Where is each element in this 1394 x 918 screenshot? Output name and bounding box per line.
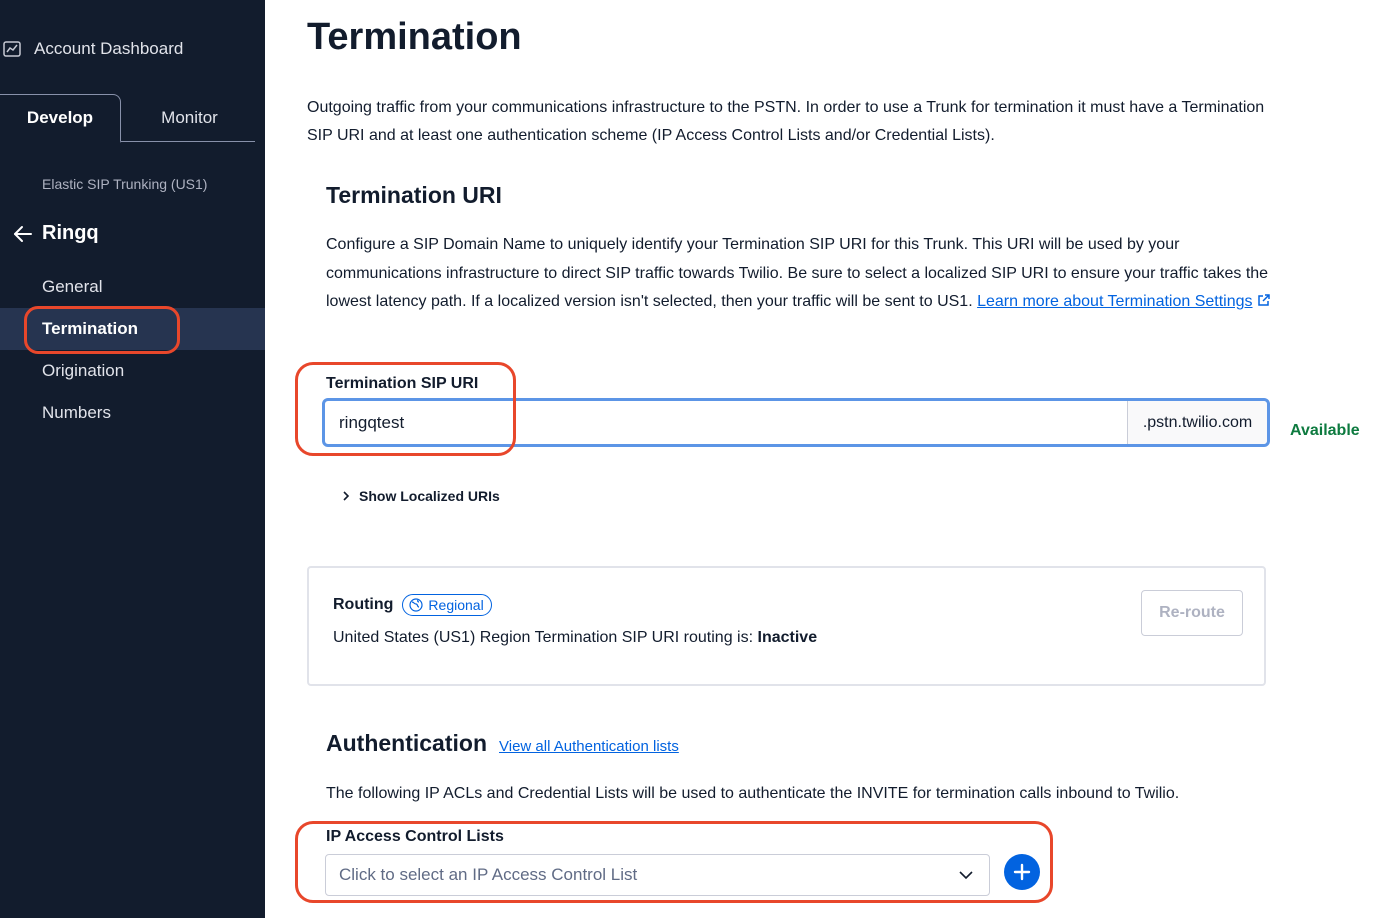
tab-develop[interactable]: Develop bbox=[0, 94, 121, 143]
add-ip-acl-button[interactable] bbox=[1004, 854, 1040, 890]
intro-text: Outgoing traffic from your communication… bbox=[307, 99, 1265, 144]
product-name: Elastic SIP Trunking (US1) bbox=[42, 176, 208, 192]
sip-uri-input[interactable] bbox=[325, 401, 1127, 444]
account-dashboard-link[interactable]: Account Dashboard bbox=[0, 36, 183, 62]
dashboard-icon bbox=[3, 41, 21, 57]
availability-status: Available bbox=[1290, 422, 1360, 439]
chevron-right-icon bbox=[343, 491, 350, 501]
sip-uri-field: .pstn.twilio.com bbox=[322, 398, 1270, 447]
learn-more-link[interactable]: Learn more about Termination Settings bbox=[977, 293, 1270, 310]
ip-acl-label: IP Access Control Lists bbox=[326, 828, 504, 845]
routing-status-value: Inactive bbox=[757, 629, 818, 646]
authentication-header: Authentication View all Authentication l… bbox=[326, 730, 679, 757]
routing-card: Routing Regional United States (US1) Reg… bbox=[307, 566, 1266, 686]
routing-status-text: United States (US1) Region Termination S… bbox=[333, 629, 817, 647]
sidebar: Account Dashboard Develop Monitor Elasti… bbox=[0, 0, 265, 918]
arrow-left-icon bbox=[14, 225, 32, 242]
sip-uri-label: Termination SIP URI bbox=[326, 375, 479, 392]
tab-monitor[interactable]: Monitor bbox=[124, 94, 255, 142]
ip-acl-select[interactable]: Click to select an IP Access Control Lis… bbox=[325, 854, 990, 896]
external-link-icon bbox=[1257, 294, 1270, 306]
sidebar-item-origination[interactable]: Origination bbox=[0, 350, 265, 392]
termination-uri-heading: Termination URI bbox=[326, 182, 502, 208]
authentication-description: The following IP ACLs and Credential Lis… bbox=[326, 785, 1180, 802]
routing-status-prefix: United States (US1) Region Termination S… bbox=[333, 629, 754, 646]
sip-uri-suffix: .pstn.twilio.com bbox=[1127, 401, 1267, 444]
page-title: Termination bbox=[307, 16, 522, 58]
main-content: Termination Outgoing traffic from your c… bbox=[265, 0, 1394, 918]
authentication-heading: Authentication bbox=[326, 730, 487, 756]
view-auth-lists-link[interactable]: View all Authentication lists bbox=[499, 738, 679, 755]
sidebar-item-termination[interactable]: Termination bbox=[0, 308, 265, 350]
sidebar-item-general[interactable]: General bbox=[0, 266, 265, 308]
plus-icon bbox=[1013, 863, 1031, 881]
learn-more-link-text: Learn more about Termination Settings bbox=[977, 293, 1253, 310]
routing-title-text: Routing bbox=[333, 596, 394, 613]
show-localized-uris-toggle[interactable]: Show Localized URIs bbox=[341, 488, 500, 504]
globe-icon bbox=[409, 598, 424, 612]
back-to-trunk-button[interactable]: Ringq bbox=[12, 222, 99, 245]
termination-uri-description: Configure a SIP Domain Name to uniquely … bbox=[326, 231, 1286, 317]
reroute-button[interactable]: Re-route bbox=[1141, 590, 1243, 636]
chevron-down-icon bbox=[959, 871, 973, 880]
sidebar-item-numbers[interactable]: Numbers bbox=[0, 392, 265, 434]
account-dashboard-label: Account Dashboard bbox=[34, 39, 184, 58]
ip-acl-placeholder: Click to select an IP Access Control Lis… bbox=[339, 865, 638, 884]
trunk-name: Ringq bbox=[42, 222, 99, 244]
show-localized-uris-label: Show Localized URIs bbox=[359, 488, 500, 504]
routing-title: Routing Regional bbox=[333, 594, 492, 616]
regional-badge-text: Regional bbox=[428, 597, 484, 613]
sidebar-tabs: Develop Monitor bbox=[0, 94, 255, 143]
regional-badge: Regional bbox=[402, 594, 492, 616]
